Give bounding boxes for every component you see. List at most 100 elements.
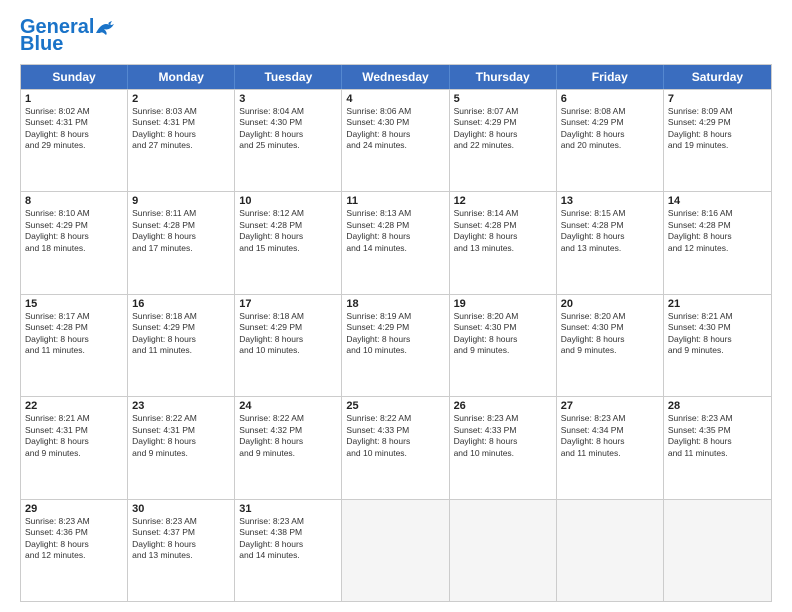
day-cell-21: 21Sunrise: 8:21 AMSunset: 4:30 PMDayligh… bbox=[664, 295, 771, 396]
daylight-line2: and 11 minutes. bbox=[561, 448, 659, 459]
daylight-line1: Daylight: 8 hours bbox=[132, 129, 230, 140]
cell-info: Sunset: 4:28 PM bbox=[668, 220, 767, 231]
daylight-line1: Daylight: 8 hours bbox=[239, 231, 337, 242]
cell-info: Sunrise: 8:18 AM bbox=[132, 311, 230, 322]
empty-cell bbox=[664, 500, 771, 601]
cell-info: Sunrise: 8:23 AM bbox=[239, 516, 337, 527]
cell-info: Sunset: 4:28 PM bbox=[454, 220, 552, 231]
cell-info: Sunset: 4:28 PM bbox=[132, 220, 230, 231]
cell-info: Sunset: 4:28 PM bbox=[239, 220, 337, 231]
day-cell-23: 23Sunrise: 8:22 AMSunset: 4:31 PMDayligh… bbox=[128, 397, 235, 498]
daylight-line2: and 11 minutes. bbox=[132, 345, 230, 356]
cell-info: Sunrise: 8:22 AM bbox=[132, 413, 230, 424]
daylight-line2: and 20 minutes. bbox=[561, 140, 659, 151]
day-number: 5 bbox=[454, 93, 552, 105]
day-header-tuesday: Tuesday bbox=[235, 65, 342, 89]
cell-info: Sunset: 4:34 PM bbox=[561, 425, 659, 436]
cell-info: Sunrise: 8:22 AM bbox=[239, 413, 337, 424]
day-number: 26 bbox=[454, 400, 552, 412]
daylight-line2: and 9 minutes. bbox=[454, 345, 552, 356]
day-cell-5: 5Sunrise: 8:07 AMSunset: 4:29 PMDaylight… bbox=[450, 90, 557, 191]
cell-info: Sunrise: 8:02 AM bbox=[25, 106, 123, 117]
day-cell-19: 19Sunrise: 8:20 AMSunset: 4:30 PMDayligh… bbox=[450, 295, 557, 396]
cell-info: Sunset: 4:37 PM bbox=[132, 527, 230, 538]
day-number: 7 bbox=[668, 93, 767, 105]
day-cell-1: 1Sunrise: 8:02 AMSunset: 4:31 PMDaylight… bbox=[21, 90, 128, 191]
cell-info: Sunset: 4:35 PM bbox=[668, 425, 767, 436]
calendar-body: 1Sunrise: 8:02 AMSunset: 4:31 PMDaylight… bbox=[21, 89, 771, 601]
daylight-line1: Daylight: 8 hours bbox=[239, 436, 337, 447]
daylight-line2: and 13 minutes. bbox=[132, 550, 230, 561]
day-cell-2: 2Sunrise: 8:03 AMSunset: 4:31 PMDaylight… bbox=[128, 90, 235, 191]
cell-info: Sunrise: 8:09 AM bbox=[668, 106, 767, 117]
day-cell-3: 3Sunrise: 8:04 AMSunset: 4:30 PMDaylight… bbox=[235, 90, 342, 191]
daylight-line2: and 10 minutes. bbox=[239, 345, 337, 356]
daylight-line1: Daylight: 8 hours bbox=[25, 231, 123, 242]
cell-info: Sunrise: 8:03 AM bbox=[132, 106, 230, 117]
daylight-line1: Daylight: 8 hours bbox=[132, 231, 230, 242]
cell-info: Sunset: 4:28 PM bbox=[561, 220, 659, 231]
day-cell-24: 24Sunrise: 8:22 AMSunset: 4:32 PMDayligh… bbox=[235, 397, 342, 498]
day-number: 28 bbox=[668, 400, 767, 412]
cell-info: Sunrise: 8:23 AM bbox=[561, 413, 659, 424]
daylight-line2: and 12 minutes. bbox=[25, 550, 123, 561]
day-number: 27 bbox=[561, 400, 659, 412]
day-cell-14: 14Sunrise: 8:16 AMSunset: 4:28 PMDayligh… bbox=[664, 192, 771, 293]
day-number: 23 bbox=[132, 400, 230, 412]
daylight-line1: Daylight: 8 hours bbox=[346, 231, 444, 242]
day-number: 22 bbox=[25, 400, 123, 412]
day-cell-12: 12Sunrise: 8:14 AMSunset: 4:28 PMDayligh… bbox=[450, 192, 557, 293]
cell-info: Sunset: 4:31 PM bbox=[25, 117, 123, 128]
cell-info: Sunrise: 8:20 AM bbox=[561, 311, 659, 322]
day-number: 21 bbox=[668, 298, 767, 310]
daylight-line2: and 9 minutes. bbox=[668, 345, 767, 356]
daylight-line2: and 19 minutes. bbox=[668, 140, 767, 151]
cell-info: Sunrise: 8:15 AM bbox=[561, 208, 659, 219]
daylight-line2: and 11 minutes. bbox=[25, 345, 123, 356]
cell-info: Sunset: 4:30 PM bbox=[239, 117, 337, 128]
day-number: 24 bbox=[239, 400, 337, 412]
cell-info: Sunrise: 8:07 AM bbox=[454, 106, 552, 117]
header: General Blue bbox=[20, 16, 772, 56]
day-cell-4: 4Sunrise: 8:06 AMSunset: 4:30 PMDaylight… bbox=[342, 90, 449, 191]
cell-info: Sunrise: 8:16 AM bbox=[668, 208, 767, 219]
daylight-line1: Daylight: 8 hours bbox=[346, 436, 444, 447]
daylight-line2: and 10 minutes. bbox=[454, 448, 552, 459]
daylight-line1: Daylight: 8 hours bbox=[668, 436, 767, 447]
cell-info: Sunset: 4:31 PM bbox=[25, 425, 123, 436]
day-cell-31: 31Sunrise: 8:23 AMSunset: 4:38 PMDayligh… bbox=[235, 500, 342, 601]
cell-info: Sunset: 4:28 PM bbox=[346, 220, 444, 231]
cell-info: Sunrise: 8:19 AM bbox=[346, 311, 444, 322]
cell-info: Sunset: 4:33 PM bbox=[454, 425, 552, 436]
cell-info: Sunrise: 8:21 AM bbox=[668, 311, 767, 322]
day-number: 2 bbox=[132, 93, 230, 105]
calendar-row-3: 15Sunrise: 8:17 AMSunset: 4:28 PMDayligh… bbox=[21, 294, 771, 396]
day-number: 19 bbox=[454, 298, 552, 310]
calendar-row-4: 22Sunrise: 8:21 AMSunset: 4:31 PMDayligh… bbox=[21, 396, 771, 498]
daylight-line1: Daylight: 8 hours bbox=[25, 334, 123, 345]
day-number: 29 bbox=[25, 503, 123, 515]
cell-info: Sunset: 4:29 PM bbox=[25, 220, 123, 231]
daylight-line1: Daylight: 8 hours bbox=[239, 129, 337, 140]
daylight-line2: and 9 minutes. bbox=[239, 448, 337, 459]
daylight-line1: Daylight: 8 hours bbox=[25, 539, 123, 550]
daylight-line1: Daylight: 8 hours bbox=[668, 334, 767, 345]
day-cell-9: 9Sunrise: 8:11 AMSunset: 4:28 PMDaylight… bbox=[128, 192, 235, 293]
calendar-row-2: 8Sunrise: 8:10 AMSunset: 4:29 PMDaylight… bbox=[21, 191, 771, 293]
empty-cell bbox=[342, 500, 449, 601]
daylight-line2: and 22 minutes. bbox=[454, 140, 552, 151]
day-cell-22: 22Sunrise: 8:21 AMSunset: 4:31 PMDayligh… bbox=[21, 397, 128, 498]
day-number: 16 bbox=[132, 298, 230, 310]
calendar-row-5: 29Sunrise: 8:23 AMSunset: 4:36 PMDayligh… bbox=[21, 499, 771, 601]
daylight-line1: Daylight: 8 hours bbox=[668, 231, 767, 242]
cell-info: Sunrise: 8:20 AM bbox=[454, 311, 552, 322]
daylight-line2: and 11 minutes. bbox=[668, 448, 767, 459]
daylight-line1: Daylight: 8 hours bbox=[132, 436, 230, 447]
daylight-line2: and 9 minutes. bbox=[132, 448, 230, 459]
cell-info: Sunrise: 8:23 AM bbox=[132, 516, 230, 527]
daylight-line2: and 24 minutes. bbox=[346, 140, 444, 151]
cell-info: Sunrise: 8:13 AM bbox=[346, 208, 444, 219]
cell-info: Sunrise: 8:12 AM bbox=[239, 208, 337, 219]
day-cell-18: 18Sunrise: 8:19 AMSunset: 4:29 PMDayligh… bbox=[342, 295, 449, 396]
cell-info: Sunrise: 8:22 AM bbox=[346, 413, 444, 424]
